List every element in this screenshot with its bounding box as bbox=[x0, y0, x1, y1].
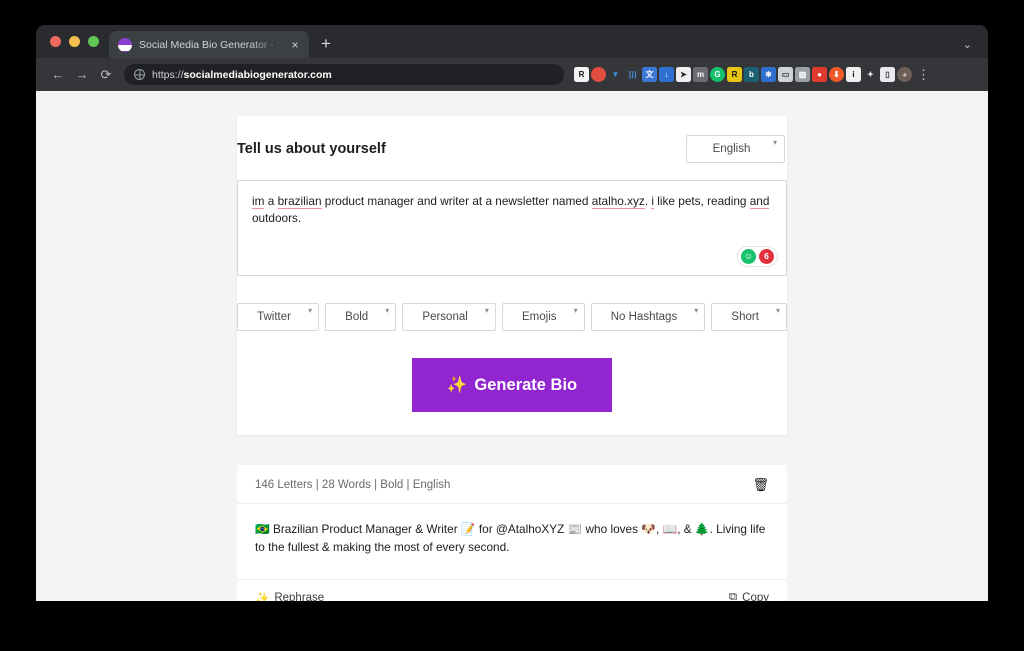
misspelled-word: im bbox=[252, 194, 265, 209]
grammarly-issue-count: 6 bbox=[759, 249, 774, 264]
puzzle-extension[interactable]: ✦ bbox=[863, 67, 878, 82]
bio-input-field[interactable]: im a brazilian product manager and write… bbox=[237, 180, 787, 276]
platform-select[interactable]: Twitter bbox=[237, 303, 320, 331]
page-extension[interactable]: ▧ bbox=[795, 67, 810, 82]
bio-input-text: im a brazilian product manager and write… bbox=[252, 193, 772, 227]
minimize-window-button[interactable] bbox=[69, 36, 80, 47]
style-select[interactable]: Bold bbox=[325, 303, 397, 331]
hashtag-select-value: No Hashtags bbox=[610, 311, 678, 323]
platform-select-value: Twitter bbox=[257, 311, 291, 323]
style-select-value: Bold bbox=[345, 311, 369, 323]
forward-button[interactable]: → bbox=[70, 63, 94, 87]
wifi-cast-extension[interactable]: ))) bbox=[625, 67, 640, 82]
tab-close-icon[interactable]: × bbox=[288, 39, 302, 51]
page-viewport: Tell us about yourself English im a braz… bbox=[36, 91, 988, 601]
extensions-toolbar: R ▼))) 文 ↓ ➤ m G Rb ❄ ▭ ▧ ● ⬇ i ✦ ▯ ◕ bbox=[574, 67, 912, 82]
info-extension[interactable]: i bbox=[846, 67, 861, 82]
screenshot-root: Social Media Bio Generator - C × + ⌄ ← →… bbox=[0, 0, 1024, 651]
hashtag-select[interactable]: No Hashtags bbox=[590, 303, 706, 331]
tone-select-value: Personal bbox=[422, 311, 468, 323]
option-selects-row: Twitter Bold Personal Emojis No Hashtags Shor… bbox=[237, 303, 788, 331]
generate-button-wrap: ✨ Generate Bio bbox=[237, 358, 787, 412]
address-bar[interactable]: https://socialmediabiogenerator.com bbox=[124, 64, 564, 85]
page-content: Tell us about yourself English im a braz… bbox=[36, 91, 988, 601]
new-tab-button[interactable]: + bbox=[321, 35, 331, 52]
url-host: socialmediabiogenerator.com bbox=[183, 68, 332, 81]
copy-button[interactable]: ⧉ Copy bbox=[729, 591, 769, 601]
misspelled-word: and bbox=[749, 194, 770, 209]
result-card-header: 146 Letters | 28 Words | Bold | English … bbox=[237, 465, 787, 504]
length-select[interactable]: Short bbox=[711, 303, 788, 331]
browser-toolbar: ← → ⟳ https://socialmediabiogenerator.co… bbox=[36, 58, 988, 91]
address-bar-url: https://socialmediabiogenerator.com bbox=[152, 69, 332, 81]
location-pin-extension[interactable]: ▼ bbox=[608, 67, 623, 82]
result-card-footer: ✨ Rephrase ⧉ Copy bbox=[237, 578, 787, 601]
input-text-run: a bbox=[264, 194, 278, 208]
reload-button[interactable]: ⟳ bbox=[94, 63, 118, 87]
emoji-select-value: Emojis bbox=[522, 311, 557, 323]
profile-avatar[interactable]: ◕ bbox=[897, 67, 912, 82]
rephrase-button[interactable]: ✨ Rephrase bbox=[255, 591, 324, 601]
record-extension[interactable]: ● bbox=[812, 67, 827, 82]
rescuetime-extension[interactable]: R bbox=[574, 67, 589, 82]
input-text-run: product manager and writer at a newslett… bbox=[321, 194, 592, 208]
input-text-run: like pets, reading bbox=[654, 194, 750, 208]
raindrop-extension[interactable]: R bbox=[727, 67, 742, 82]
trash-icon[interactable]: 🗑 bbox=[752, 478, 769, 491]
pokeball-extension[interactable] bbox=[591, 67, 606, 82]
browser-menu-button[interactable]: ⋮ bbox=[917, 68, 930, 81]
sparkles-icon: ✨ bbox=[255, 592, 270, 601]
generate-bio-label: Generate Bio bbox=[474, 375, 578, 394]
page-title: Tell us about yourself bbox=[237, 141, 386, 157]
copy-icon: ⧉ bbox=[728, 591, 738, 601]
window-traffic-lights bbox=[46, 25, 109, 58]
language-select[interactable]: English bbox=[686, 135, 785, 163]
sidebar-extension[interactable]: ▯ bbox=[880, 67, 895, 82]
length-select-value: Short bbox=[731, 311, 759, 323]
grammarly-widget[interactable]: ☺ 6 bbox=[737, 246, 778, 267]
emoji-select[interactable]: Emojis bbox=[501, 303, 585, 331]
close-window-button[interactable] bbox=[50, 36, 61, 47]
lightbulb-icon: ☺ bbox=[741, 249, 756, 264]
orange-dot-extension[interactable]: ⬇ bbox=[829, 67, 844, 82]
misspelled-word: atalho.xyz bbox=[591, 194, 645, 209]
chevron-down-icon[interactable]: ⌄ bbox=[963, 38, 972, 51]
input-card-header: Tell us about yourself English bbox=[237, 135, 787, 163]
tone-select[interactable]: Personal bbox=[402, 303, 496, 331]
browser-window: Social Media Bio Generator - C × + ⌄ ← →… bbox=[36, 25, 988, 601]
copy-label: Copy bbox=[742, 591, 769, 601]
globe-icon bbox=[134, 69, 145, 80]
browser-tab-strip: Social Media Bio Generator - C × + ⌄ bbox=[36, 25, 988, 58]
grammarly-extension[interactable]: G bbox=[710, 67, 725, 82]
download-extension[interactable]: ↓ bbox=[659, 67, 674, 82]
mastodon-extension[interactable]: m bbox=[693, 67, 708, 82]
generate-bio-button[interactable]: ✨ Generate Bio bbox=[412, 358, 612, 412]
bio-result-card: 146 Letters | 28 Words | Bold | English … bbox=[237, 465, 787, 601]
result-meta: 146 Letters | 28 Words | Bold | English bbox=[255, 478, 451, 491]
result-bio-text: 🇧🇷 Brazilian Product Manager & Writer 📝 … bbox=[255, 522, 766, 555]
maximize-window-button[interactable] bbox=[88, 36, 99, 47]
bitly-extension[interactable]: b bbox=[744, 67, 759, 82]
translate-extension[interactable]: 文 bbox=[642, 67, 657, 82]
sparkles-icon: ✨ bbox=[446, 375, 468, 394]
language-select-value: English bbox=[712, 143, 751, 155]
rephrase-label: Rephrase bbox=[274, 591, 325, 601]
bio-input-card: Tell us about yourself English im a braz… bbox=[237, 116, 788, 435]
snowflake-extension[interactable]: ❄ bbox=[761, 67, 776, 82]
misspelled-word: brazilian bbox=[277, 194, 322, 209]
input-text-run: outdoors. bbox=[252, 211, 302, 226]
site-favicon bbox=[118, 37, 132, 52]
tab-title: Social Media Bio Generator - C bbox=[139, 38, 281, 51]
cursor-extension[interactable]: ➤ bbox=[676, 67, 691, 82]
back-button[interactable]: ← bbox=[46, 63, 70, 87]
browser-tab[interactable]: Social Media Bio Generator - C × bbox=[109, 31, 309, 58]
window-extension[interactable]: ▭ bbox=[778, 67, 793, 82]
url-scheme: https:// bbox=[152, 68, 184, 81]
